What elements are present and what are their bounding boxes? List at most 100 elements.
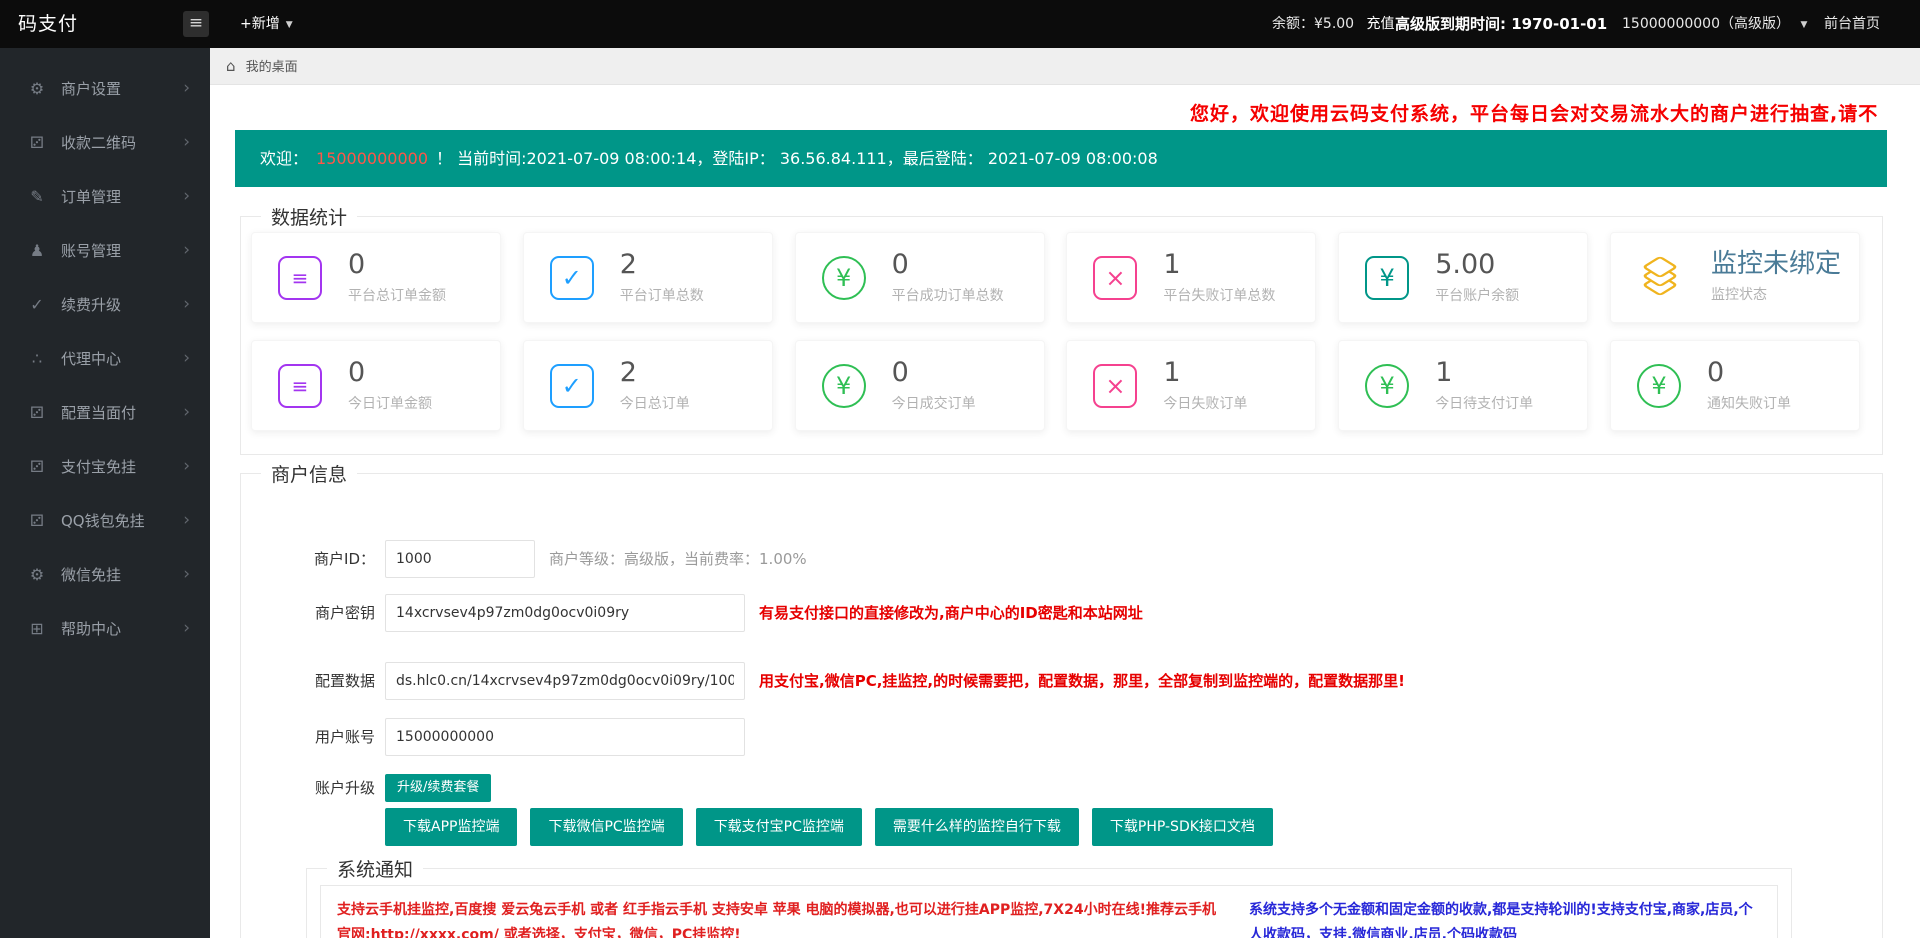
check-square-icon: ✓ <box>549 255 594 300</box>
sidebar-item-qrcode-collect[interactable]: ⚂ 收款二维码 › <box>0 115 210 169</box>
layers-icon <box>1637 255 1685 300</box>
system-notice-legend: 系统通知 <box>337 859 414 881</box>
upgrade-renew-button[interactable]: 升级/续费套餐 <box>385 773 492 802</box>
chevron-right-icon: › <box>183 240 190 260</box>
sidebar-item-label: 续费升级 <box>61 295 122 314</box>
merchant-key-input[interactable] <box>385 593 745 632</box>
sidebar-item-order-management[interactable]: ✎ 订单管理 › <box>0 169 210 223</box>
add-new-button[interactable]: +新增 ▼ <box>240 0 293 49</box>
chevron-right-icon: › <box>183 186 190 206</box>
balance-display: 余额：¥5.00 充值 <box>1272 0 1395 48</box>
yen-square-icon: ¥ <box>1365 255 1410 300</box>
balance-text: 余额：¥5.00 <box>1272 16 1355 32</box>
user-account-label: 用户账号 <box>314 727 375 746</box>
chevron-right-icon: › <box>183 348 190 368</box>
sidebar-item-label: QQ钱包免挂 <box>61 511 145 530</box>
stat-card-value: 1 <box>1163 248 1181 280</box>
download-button-3[interactable]: 下载支付宝PC监控端 <box>695 808 862 846</box>
sidebar-item-label: 帮助中心 <box>61 619 122 638</box>
top-bar: 码支付 ≡ +新增 ▼ 余额：¥5.00 充值 高级版到期时间: 1970-01-… <box>0 0 1920 48</box>
stat-card: ¥0 平台成功订单总数 <box>794 232 1045 323</box>
stat-card-label: 平台失败订单总数 <box>1163 287 1276 304</box>
download-button-1[interactable]: 下载APP监控端 <box>385 808 518 846</box>
stat-card-label: 平台订单总数 <box>619 287 704 304</box>
stat-card-label: 今日订单金额 <box>348 395 432 412</box>
stat-card: ≡ 0 今日订单金额 <box>251 340 501 431</box>
gear-icon: ⚙ <box>29 78 45 98</box>
sidebar-item-face-pay-config[interactable]: ⚂ 配置当面付 › <box>0 385 210 439</box>
yen-circle-icon: ¥ <box>821 255 866 300</box>
merchant-id-input[interactable] <box>385 539 535 578</box>
sidebar-item-label: 收款二维码 <box>61 133 137 152</box>
stat-card-value: 0 <box>348 356 366 388</box>
caret-down-icon: ▼ <box>285 20 293 30</box>
caret-down-icon: ▼ <box>1800 20 1808 30</box>
stat-card-value: 2 <box>619 356 637 388</box>
announcement-marquee: 您好，欢迎使用云码支付系统，平台每日会对交易流水大的商户进行抽查,请不 <box>1190 103 1879 125</box>
document-icon: ≡ <box>278 363 322 408</box>
stat-card: ¥0 通知失败订单 <box>1609 340 1860 431</box>
merchant-level-note: 商户等级：高级版，当前费率：1.00% <box>549 549 807 568</box>
app-logo: 码支付 <box>18 13 79 35</box>
download-button-2[interactable]: 下载微信PC监控端 <box>530 808 683 846</box>
welcome-detail: ！ 当前时间:2021-07-09 08:00:14，登陆IP： 36.56.8… <box>436 149 1158 168</box>
merchant-id-row: 商户ID： 商户等级：高级版，当前费率：1.00% <box>240 539 807 578</box>
sidebar-item-alipay-free-hang[interactable]: ⚂ 支付宝免挂 › <box>0 439 210 493</box>
download-button-5[interactable]: 下载PHP-SDK接口文档 <box>1091 808 1273 846</box>
menu-toggle-button[interactable]: ≡ <box>183 11 209 37</box>
breadcrumb-label[interactable]: 我的桌面 <box>246 60 298 75</box>
notice-text-right: 系统支持多个无金额和固定金额的收款,都是支持轮训的!支持支付宝,商家,店员,个人… <box>1249 902 1753 938</box>
stat-card-label: 今日成交订单 <box>891 395 976 412</box>
sidebar-item-help-center[interactable]: ⊞ 帮助中心 › <box>0 601 210 655</box>
config-data-input[interactable] <box>385 661 745 700</box>
stat-card-label: 平台成功订单总数 <box>891 287 1004 304</box>
gear-icon: ⚙ <box>29 564 45 584</box>
stat-card-value: 1 <box>1163 356 1181 388</box>
user-icon: ♟ <box>29 240 45 260</box>
sidebar-item-renew-upgrade[interactable]: ✓ 续费升级 › <box>0 277 210 331</box>
config-data-row: 配置数据 用支付宝,微信PC,挂监控,的时候需要把，配置数据，那里，全部复制到监控… <box>240 661 1405 700</box>
front-home-link[interactable]: 前台首页 <box>1824 0 1880 48</box>
stat-card: 监控未绑定 监控状态 <box>1609 232 1860 323</box>
home-icon: ⌂ <box>226 57 236 75</box>
config-data-label: 配置数据 <box>314 671 375 690</box>
x-square-icon: × <box>1093 255 1138 300</box>
stat-card-label: 今日待支付订单 <box>1435 395 1534 412</box>
merchant-id-label: 商户ID： <box>314 549 375 568</box>
chevron-right-icon: › <box>183 132 190 152</box>
sidebar-item-agent-center[interactable]: ∴ 代理中心 › <box>0 331 210 385</box>
user-account-row: 用户账号 <box>240 717 745 756</box>
user-account-input[interactable] <box>385 717 745 756</box>
vip-expire-text: 高级版到期时间: 1970-01-01 <box>1395 15 1608 33</box>
sidebar-item-label: 配置当面付 <box>61 403 137 422</box>
sidebar-menu: ⚙ 商户设置 › ⚂ 收款二维码 › ✎ 订单管理 › ♟ 账号管理 › ✓ 续费升级 › ∴ 代理中心 › ⚂ 配置… <box>0 48 210 938</box>
sidebar-item-qq-wallet-free-hang[interactable]: ⚂ QQ钱包免挂 › <box>0 493 210 547</box>
sidebar-item-label: 微信免挂 <box>61 565 122 584</box>
stat-card-label: 今日失败订单 <box>1163 395 1248 412</box>
yen-circle-icon: ¥ <box>821 363 866 408</box>
sidebar-item-account-management[interactable]: ♟ 账号管理 › <box>0 223 210 277</box>
notice-text-left: 支持云手机挂监控,百度搜 爱云兔云手机 或者 红手指云手机 支持安卓 苹果 电脑… <box>337 902 1216 938</box>
stat-card: ≡ 0 平台总订单金额 <box>251 232 501 323</box>
stat-cards-row-2: ≡ 0 今日订单金额 ✓ 2 今日总订单 ¥0 今日成交订单 × 1 今日失败订单 ¥1 今日待支付订单… <box>251 340 1860 431</box>
stat-card: × 1 平台失败订单总数 <box>1066 232 1317 323</box>
sidebar-item-merchant-settings[interactable]: ⚙ 商户设置 › <box>0 61 210 115</box>
stat-card-label: 通知失败订单 <box>1706 395 1791 412</box>
breadcrumb: ⌂ 我的桌面 <box>210 48 1920 85</box>
sidebar-item-label: 支付宝免挂 <box>61 457 137 476</box>
hamburger-icon: ≡ <box>188 13 204 33</box>
merchant-info-legend: 商户信息 <box>271 464 348 486</box>
config-data-note: 用支付宝,微信PC,挂监控,的时候需要把，配置数据，那里，全部复制到监控端的，配… <box>759 671 1405 690</box>
sidebar-item-wechat-free-hang[interactable]: ⚙ 微信免挂 › <box>0 547 210 601</box>
download-button-4[interactable]: 需要什么样的监控自行下载 <box>874 808 1079 846</box>
sidebar-item-label: 商户设置 <box>61 79 122 98</box>
yen-circle-icon: ¥ <box>1365 363 1410 408</box>
stat-card: ¥5.00 平台账户余额 <box>1338 232 1589 323</box>
sidebar-item-label: 代理中心 <box>61 349 122 368</box>
chevron-right-icon: › <box>183 78 190 98</box>
edit-icon: ✎ <box>30 186 44 206</box>
stat-card: × 1 今日失败订单 <box>1066 340 1317 431</box>
recharge-link[interactable]: 充值 <box>1367 16 1395 32</box>
account-menu[interactable]: 15000000000（高级版） ▼ <box>1622 0 1807 49</box>
merchant-key-row: 商户密钥 有易支付接口的直接修改为,商户中心的ID密匙和本站网址 <box>240 593 1143 632</box>
